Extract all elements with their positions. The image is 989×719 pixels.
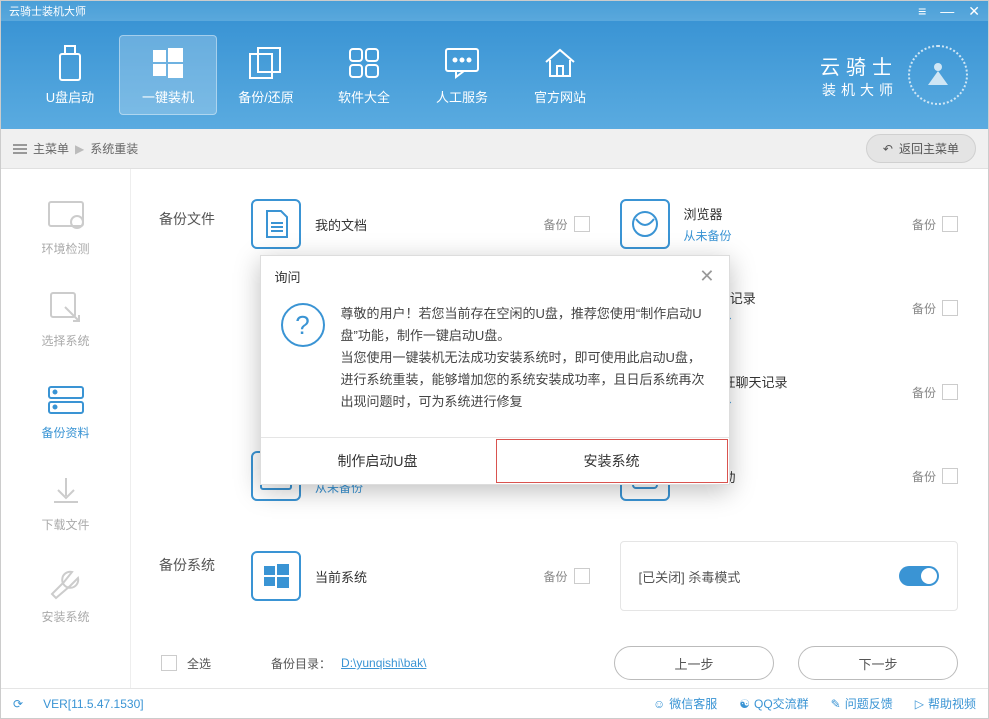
question-icon: ? [281, 303, 325, 347]
confirm-modal: 询问 ✕ ? 尊敬的用户！若您当前存在空闲的U盘，推荐您使用“制作启动U盘”功能… [260, 255, 730, 485]
modal-close-icon[interactable]: ✕ [699, 266, 714, 287]
modal-body-text: 尊敬的用户！若您当前存在空闲的U盘，推荐您使用“制作启动U盘”功能，制作一键启动… [341, 303, 709, 413]
modal-make-usb-button[interactable]: 制作启动U盘 [261, 438, 495, 484]
modal-install-button[interactable]: 安装系统 [495, 438, 729, 484]
modal-title: 询问 [275, 267, 301, 286]
app-window: 云骑士装机大师 ≡ — ✕ U盘启动 一键装机 备份/还原 软件大全 人工服务 [0, 0, 989, 719]
modal-overlay: 询问 ✕ ? 尊敬的用户！若您当前存在空闲的U盘，推荐您使用“制作启动U盘”功能… [0, 0, 989, 719]
